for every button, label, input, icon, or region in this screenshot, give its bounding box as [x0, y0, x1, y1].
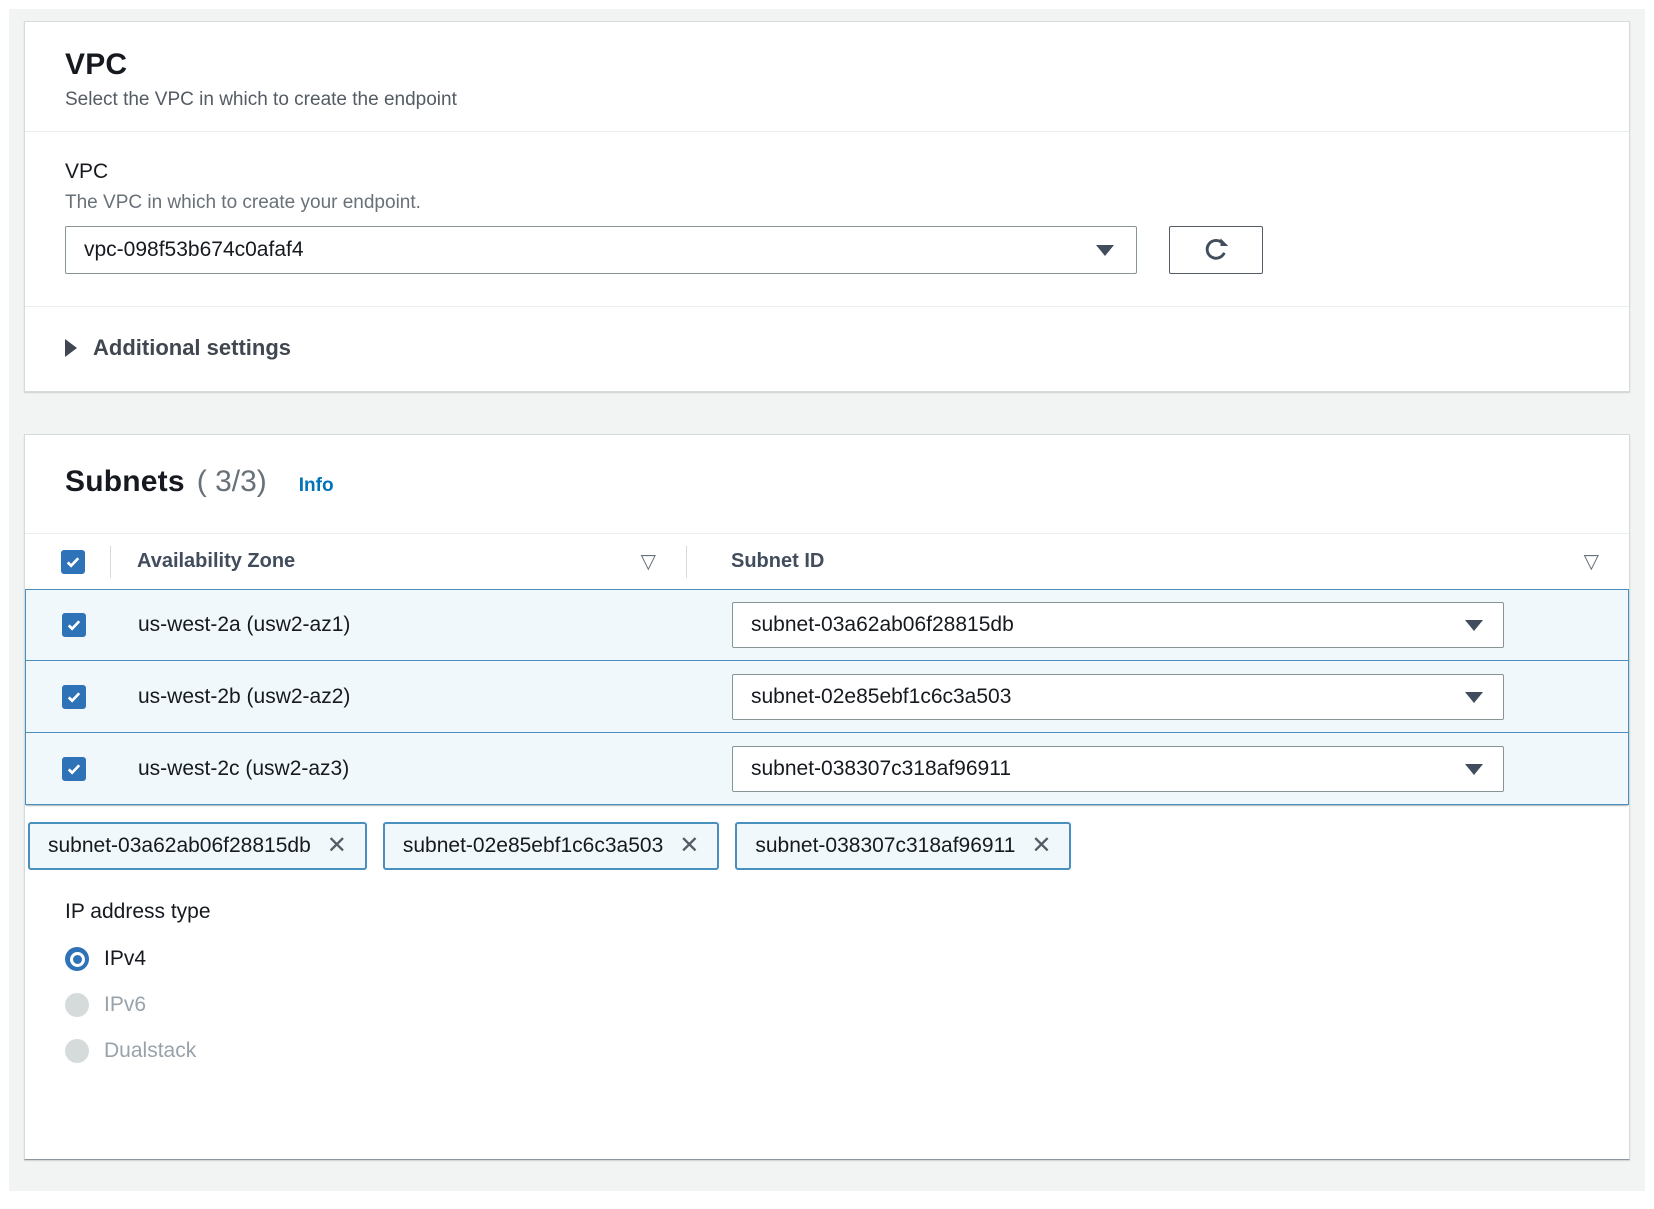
row-checkbox[interactable] — [62, 757, 86, 781]
refresh-button[interactable] — [1169, 226, 1263, 274]
subnet-select-value: subnet-03a62ab06f28815db — [751, 613, 1014, 637]
subnet-token: subnet-02e85ebf1c6c3a503 ✕ — [383, 822, 720, 870]
remove-token-icon[interactable]: ✕ — [327, 834, 347, 858]
chevron-down-icon — [1465, 620, 1483, 631]
remove-token-icon[interactable]: ✕ — [679, 834, 699, 858]
radio-ipv4-label: IPv4 — [104, 947, 146, 971]
vpc-form-section: VPC The VPC in which to create your endp… — [25, 132, 1629, 306]
subnet-token-label: subnet-03a62ab06f28815db — [48, 834, 311, 858]
select-all-checkbox[interactable] — [61, 550, 85, 574]
availability-zone-column-header: Availability Zone — [137, 550, 295, 573]
table-row: us-west-2b (usw2-az2) subnet-02e85ebf1c6… — [25, 661, 1629, 733]
vpc-field-description: The VPC in which to create your endpoint… — [65, 192, 1589, 214]
check-icon — [65, 616, 83, 634]
subnets-table-header: Availability Zone ▽ Subnet ID ▽ — [25, 533, 1629, 589]
vpc-field-label: VPC — [65, 160, 1589, 184]
chevron-down-icon — [1465, 692, 1483, 703]
subnets-card-header: Subnets ( 3/3) Info — [25, 435, 1629, 533]
subnet-token: subnet-03a62ab06f28815db ✕ — [28, 822, 367, 870]
subnets-table-body: us-west-2a (usw2-az1) subnet-03a62ab06f2… — [25, 589, 1629, 805]
additional-settings-label: Additional settings — [93, 335, 291, 361]
subnet-id-column-header: Subnet ID — [731, 550, 824, 573]
subnets-card: Subnets ( 3/3) Info Availability Zone ▽ … — [24, 434, 1630, 1160]
vpc-select[interactable]: vpc-098f53b674c0afaf4 — [65, 226, 1137, 274]
availability-zone-value: us-west-2c (usw2-az3) — [138, 757, 349, 781]
sort-icon[interactable]: ▽ — [1584, 552, 1599, 572]
selected-subnet-tokens: subnet-03a62ab06f28815db ✕ subnet-02e85e… — [28, 822, 1629, 870]
subnet-token: subnet-038307c318af96911 ✕ — [735, 822, 1071, 870]
subnet-token-label: subnet-02e85ebf1c6c3a503 — [403, 834, 663, 858]
refresh-icon — [1201, 235, 1231, 265]
vpc-card-header: VPC Select the VPC in which to create th… — [25, 22, 1629, 131]
row-checkbox[interactable] — [62, 685, 86, 709]
expander-triangle-icon — [65, 339, 77, 357]
check-icon — [65, 688, 83, 706]
availability-zone-value: us-west-2b (usw2-az2) — [138, 685, 350, 709]
radio-ipv6-label: IPv6 — [104, 993, 146, 1017]
subnet-select-value: subnet-038307c318af96911 — [751, 757, 1011, 781]
page-background: VPC Select the VPC in which to create th… — [9, 9, 1645, 1191]
ip-address-type-section: IP address type IPv4 IPv6 Dualstack — [25, 870, 1629, 1106]
subnet-token-label: subnet-038307c318af96911 — [755, 834, 1015, 858]
table-row: us-west-2c (usw2-az3) subnet-038307c318a… — [25, 733, 1629, 805]
ip-address-type-label: IP address type — [65, 900, 1589, 924]
radio-disabled-icon — [65, 993, 89, 1017]
subnets-count: ( 3/3) — [197, 465, 267, 499]
vpc-select-value: vpc-098f53b674c0afaf4 — [84, 238, 304, 262]
subnet-select[interactable]: subnet-02e85ebf1c6c3a503 — [732, 674, 1504, 720]
row-checkbox[interactable] — [62, 613, 86, 637]
check-icon — [65, 760, 83, 778]
radio-selected-icon — [65, 947, 89, 971]
subnets-card-title: Subnets — [65, 465, 185, 499]
radio-disabled-icon — [65, 1039, 89, 1063]
info-link[interactable]: Info — [299, 475, 334, 497]
check-icon — [64, 553, 82, 571]
table-row: us-west-2a (usw2-az1) subnet-03a62ab06f2… — [25, 589, 1629, 661]
radio-dualstack: Dualstack — [65, 1036, 1589, 1066]
subnet-select[interactable]: subnet-038307c318af96911 — [732, 746, 1504, 792]
remove-token-icon[interactable]: ✕ — [1031, 834, 1051, 858]
radio-ipv6: IPv6 — [65, 990, 1589, 1020]
chevron-down-icon — [1096, 245, 1114, 256]
radio-ipv4[interactable]: IPv4 — [65, 944, 1589, 974]
subnet-select-value: subnet-02e85ebf1c6c3a503 — [751, 685, 1011, 709]
additional-settings-expander[interactable]: Additional settings — [25, 307, 1629, 391]
vpc-card-subtitle: Select the VPC in which to create the en… — [65, 89, 1589, 111]
subnet-select[interactable]: subnet-03a62ab06f28815db — [732, 602, 1504, 648]
sort-icon[interactable]: ▽ — [641, 552, 656, 572]
vpc-card: VPC Select the VPC in which to create th… — [24, 21, 1630, 392]
radio-dualstack-label: Dualstack — [104, 1039, 196, 1063]
chevron-down-icon — [1465, 764, 1483, 775]
availability-zone-value: us-west-2a (usw2-az1) — [138, 613, 350, 637]
vpc-card-title: VPC — [65, 48, 1589, 82]
